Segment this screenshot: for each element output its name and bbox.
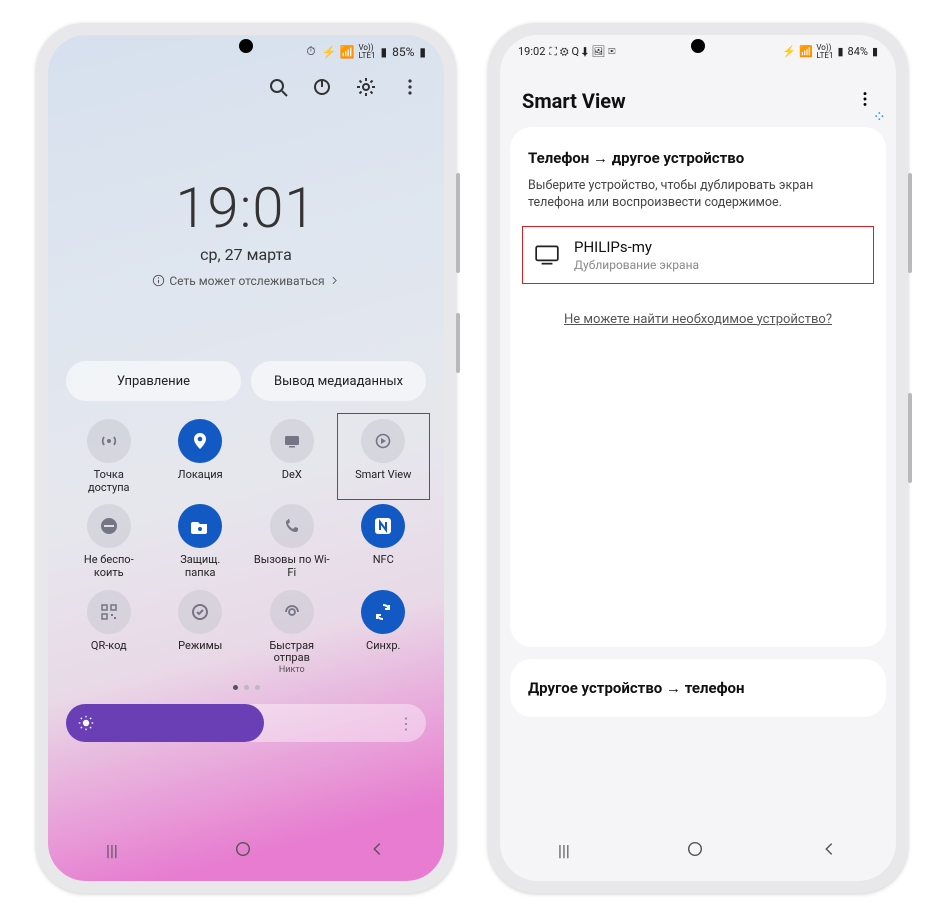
- help-link[interactable]: Не можете найти необходимое устройство?: [528, 312, 868, 327]
- more-icon[interactable]: [400, 77, 420, 97]
- section-hint: Выберите устройство, чтобы дублировать э…: [528, 177, 868, 212]
- secure-folder-icon: [178, 504, 222, 548]
- qs-label: Режимы: [178, 640, 222, 653]
- battery-charge-icon: ⚡: [782, 45, 795, 58]
- qs-label: DeX: [282, 469, 302, 482]
- location-icon: [178, 419, 222, 463]
- qs-tile-wificall[interactable]: Вызовы по Wi-Fi: [249, 504, 335, 579]
- brightness-slider[interactable]: ⋮: [66, 704, 426, 742]
- brightness-more-icon[interactable]: ⋮: [398, 714, 414, 733]
- qs-tile-dex[interactable]: DeX: [249, 419, 335, 494]
- qs-tile-smartview[interactable]: Smart View: [341, 419, 427, 494]
- device-row-philips[interactable]: PHILIPs-my Дублирование экрана: [528, 224, 868, 286]
- qs-tile-location[interactable]: Локация: [158, 419, 244, 494]
- section-title: Телефон → другое устройство: [528, 149, 868, 167]
- battery-icon: ▮: [419, 45, 426, 59]
- phone-right: 19:02 ⛶ ⚙ Q ⬇ 🖼 ✉ ⚡ 📶 Vo))LTE1 ▮ 84% ▮ S…: [488, 23, 908, 893]
- qs-tile-qr[interactable]: QR-код: [66, 590, 152, 676]
- qs-label: Синхр.: [366, 640, 400, 653]
- alarm-icon: ⏱: [304, 45, 317, 58]
- media-output-tab[interactable]: Вывод медиаданных: [251, 361, 426, 401]
- recents-button[interactable]: |||: [558, 841, 570, 860]
- dex-icon: [270, 419, 314, 463]
- battery-pct: 84%: [848, 45, 868, 58]
- home-button[interactable]: [234, 840, 252, 862]
- qs-label: Smart View: [355, 469, 411, 482]
- back-button[interactable]: [820, 840, 838, 862]
- qs-label: Точка доступа: [88, 469, 130, 494]
- qs-tile-nfc[interactable]: NFC: [341, 504, 427, 579]
- cast-animation-icon: ⁘: [873, 107, 886, 126]
- wifi-icon: 📶: [799, 45, 812, 58]
- back-button[interactable]: [368, 840, 386, 862]
- qs-label: Защищ. папка: [180, 554, 220, 579]
- qs-tile-secure[interactable]: Защищ. папка: [158, 504, 244, 579]
- lte-label: Vo))LTE1: [816, 44, 833, 58]
- network-warning[interactable]: Сеть может отслеживаться: [152, 274, 339, 288]
- qr-icon: [87, 590, 131, 634]
- qs-label: NFC: [373, 554, 394, 567]
- lte-label: Vo))LTE1: [358, 44, 375, 58]
- device-sub: Дублирование экрана: [574, 258, 699, 272]
- modes-icon: [178, 590, 222, 634]
- home-button[interactable]: [686, 840, 704, 862]
- qs-top-actions: [48, 65, 444, 97]
- page-indicator: [48, 685, 444, 690]
- qs-label: Локация: [178, 469, 223, 482]
- wifi-hotspot-icon: [87, 419, 131, 463]
- clock-date: ср, 27 марта: [48, 245, 444, 264]
- wifi-icon: 📶: [340, 45, 353, 58]
- qs-label: Не беспо- коить: [84, 554, 134, 579]
- recents-button[interactable]: |||: [106, 841, 118, 860]
- qs-tile-modes[interactable]: Режимы: [158, 590, 244, 676]
- phone-left: ⏱ ⚡ 📶 Vo))LTE1 ▮ 85% ▮ 19:01 ср, 27 март…: [36, 23, 456, 893]
- sync-icon: [361, 590, 405, 634]
- battery-pct: 85%: [392, 45, 414, 59]
- tv-icon: [534, 242, 560, 268]
- power-icon[interactable]: [312, 77, 332, 97]
- quick-settings-grid: Точка доступа Локация DeX Smart View Не бесп…: [48, 401, 444, 675]
- qs-tile-dnd[interactable]: Не беспо- коить: [66, 504, 152, 579]
- qs-tile-sync[interactable]: Синхр.: [341, 590, 427, 676]
- control-tab[interactable]: Управление: [66, 361, 241, 401]
- nearby-icon: [270, 590, 314, 634]
- chevron-right-icon: [329, 275, 340, 286]
- more-icon[interactable]: [856, 90, 874, 112]
- qs-label: QR-код: [91, 640, 127, 653]
- qs-tile-hotspot[interactable]: Точка доступа: [66, 419, 152, 494]
- clock-time: 19:01: [48, 175, 444, 241]
- page-title: Smart View: [522, 89, 626, 113]
- qs-tile-nearby[interactable]: Быстрая отправНикто: [249, 590, 335, 676]
- status-time: 19:02: [518, 45, 545, 58]
- dnd-icon: [87, 504, 131, 548]
- battery-icon: ▮: [872, 45, 878, 58]
- device-name: PHILIPs-my: [574, 238, 699, 256]
- sun-icon: [78, 715, 94, 731]
- nav-bar: |||: [500, 833, 896, 869]
- search-icon[interactable]: [268, 77, 288, 97]
- battery-charge-icon: ⚡: [322, 45, 335, 58]
- qs-label: Вызовы по Wi-Fi: [253, 554, 331, 579]
- qs-label: Быстрая отправНикто: [253, 640, 331, 676]
- app-icons: ⛶ ⚙ Q ⬇ 🖼 ✉: [549, 45, 615, 59]
- smart-view-icon: [361, 419, 405, 463]
- nav-bar: |||: [48, 833, 444, 869]
- footer-title: Другое устройство → телефон: [528, 679, 868, 697]
- nfc-icon: [361, 504, 405, 548]
- signal-icon: ▮: [837, 45, 843, 58]
- info-icon: [152, 274, 165, 287]
- signal-icon: ▮: [381, 45, 388, 59]
- clock-block: 19:01 ср, 27 марта Сеть может отслеживат…: [48, 175, 444, 292]
- wifi-call-icon: [270, 504, 314, 548]
- gear-icon[interactable]: [356, 77, 376, 97]
